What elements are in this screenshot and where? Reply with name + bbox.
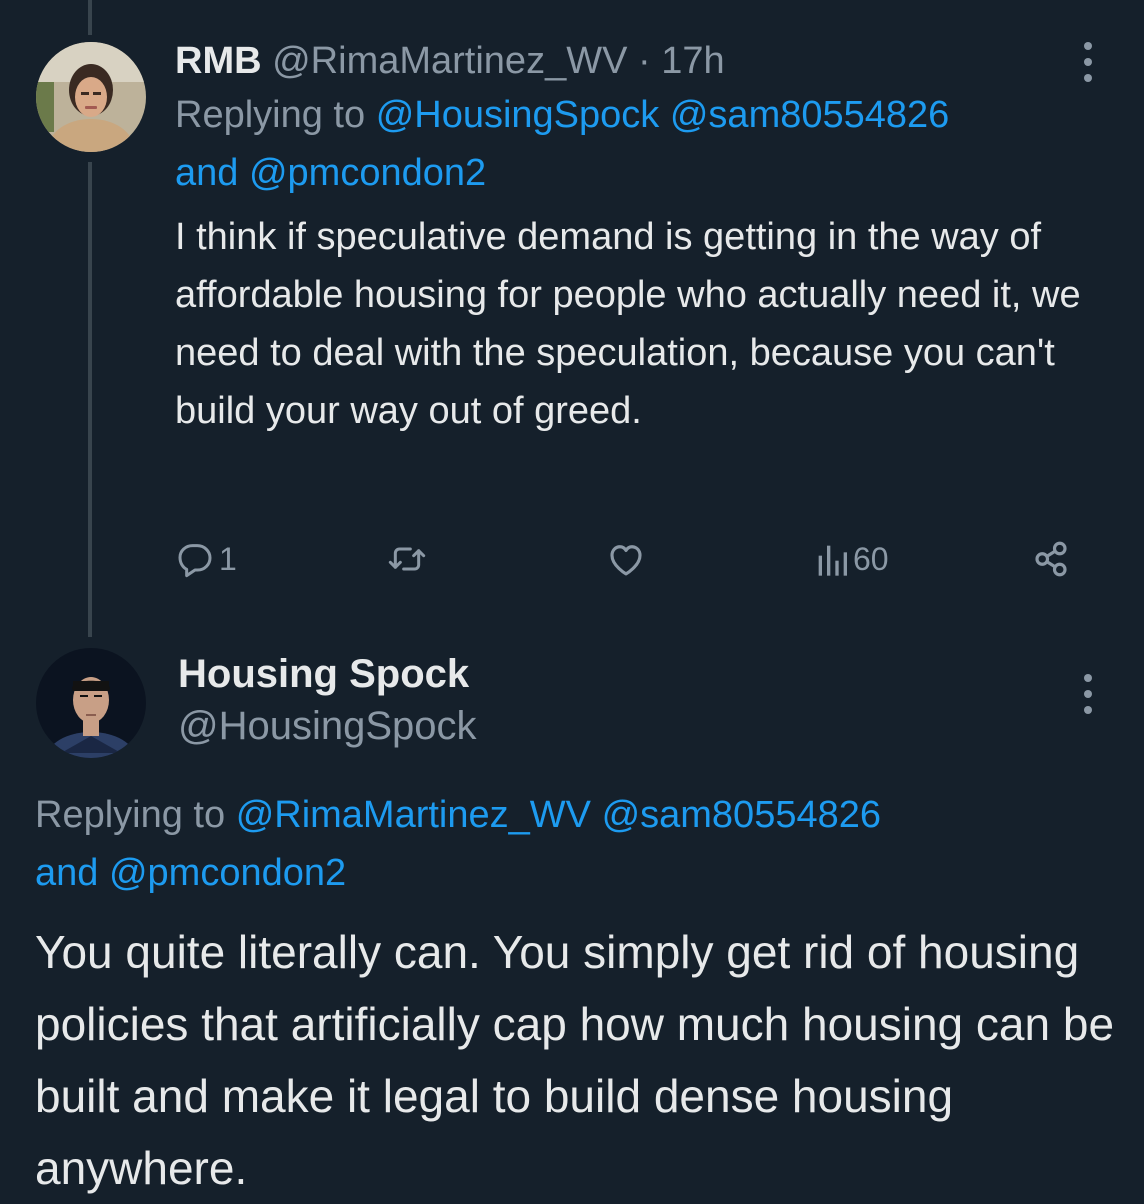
thread-line-top	[88, 0, 92, 35]
tweet-housing-spock: Replying to @RimaMartinez_WV @sam8055482…	[35, 786, 1125, 1204]
like-button[interactable]	[605, 534, 647, 584]
replying-prefix: Replying to	[175, 94, 366, 136]
reply-button[interactable]: 1	[175, 534, 237, 584]
and-text: and	[175, 152, 239, 194]
tweet-rmb: RMB @RimaMartinez_WV · 17h Replying to @…	[175, 36, 1115, 440]
views-icon	[818, 545, 847, 576]
more-icon[interactable]	[1082, 674, 1094, 714]
tweet-text: You quite literally can. You simply get …	[35, 926, 1115, 1194]
mention-link[interactable]: @sam80554826	[670, 94, 949, 136]
reply-count: 1	[219, 540, 237, 577]
avatar-rmb[interactable]	[36, 42, 146, 152]
views-count: 60	[853, 540, 889, 577]
retweet-button[interactable]	[387, 534, 427, 584]
mention-link[interactable]: @pmcondon2	[109, 852, 346, 894]
tweet-header: RMB @RimaMartinez_WV · 17h	[175, 36, 1115, 86]
mention-link[interactable]: @RimaMartinez_WV	[236, 794, 591, 836]
replying-to: Replying to @RimaMartinez_WV @sam8055482…	[35, 786, 1125, 902]
separator-dot: ·	[637, 40, 651, 82]
display-name[interactable]: RMB	[175, 40, 262, 82]
reply-icon	[178, 544, 212, 578]
replying-to: Replying to @HousingSpock @sam80554826 a…	[175, 86, 1115, 202]
timestamp[interactable]: 17h	[661, 40, 724, 82]
user-handle[interactable]: @HousingSpock	[178, 700, 477, 752]
retweet-icon	[388, 547, 426, 571]
user-handle[interactable]: @RimaMartinez_WV	[272, 40, 627, 82]
and-text: and	[35, 852, 99, 894]
thread-line	[88, 162, 92, 637]
action-bar: 1 60	[175, 534, 1075, 584]
share-button[interactable]	[1030, 534, 1072, 584]
views-button[interactable]: 60	[817, 534, 889, 584]
share-icon	[1035, 541, 1067, 577]
like-icon	[610, 545, 642, 576]
mention-link[interactable]: @pmcondon2	[249, 152, 486, 194]
avatar-housing-spock[interactable]	[36, 648, 146, 758]
display-name[interactable]: Housing Spock	[178, 648, 469, 700]
replying-prefix: Replying to	[35, 794, 226, 836]
tweet-text: I think if speculative demand is getting…	[175, 216, 1081, 432]
mention-link[interactable]: @HousingSpock	[376, 94, 660, 136]
mention-link[interactable]: @sam80554826	[602, 794, 881, 836]
